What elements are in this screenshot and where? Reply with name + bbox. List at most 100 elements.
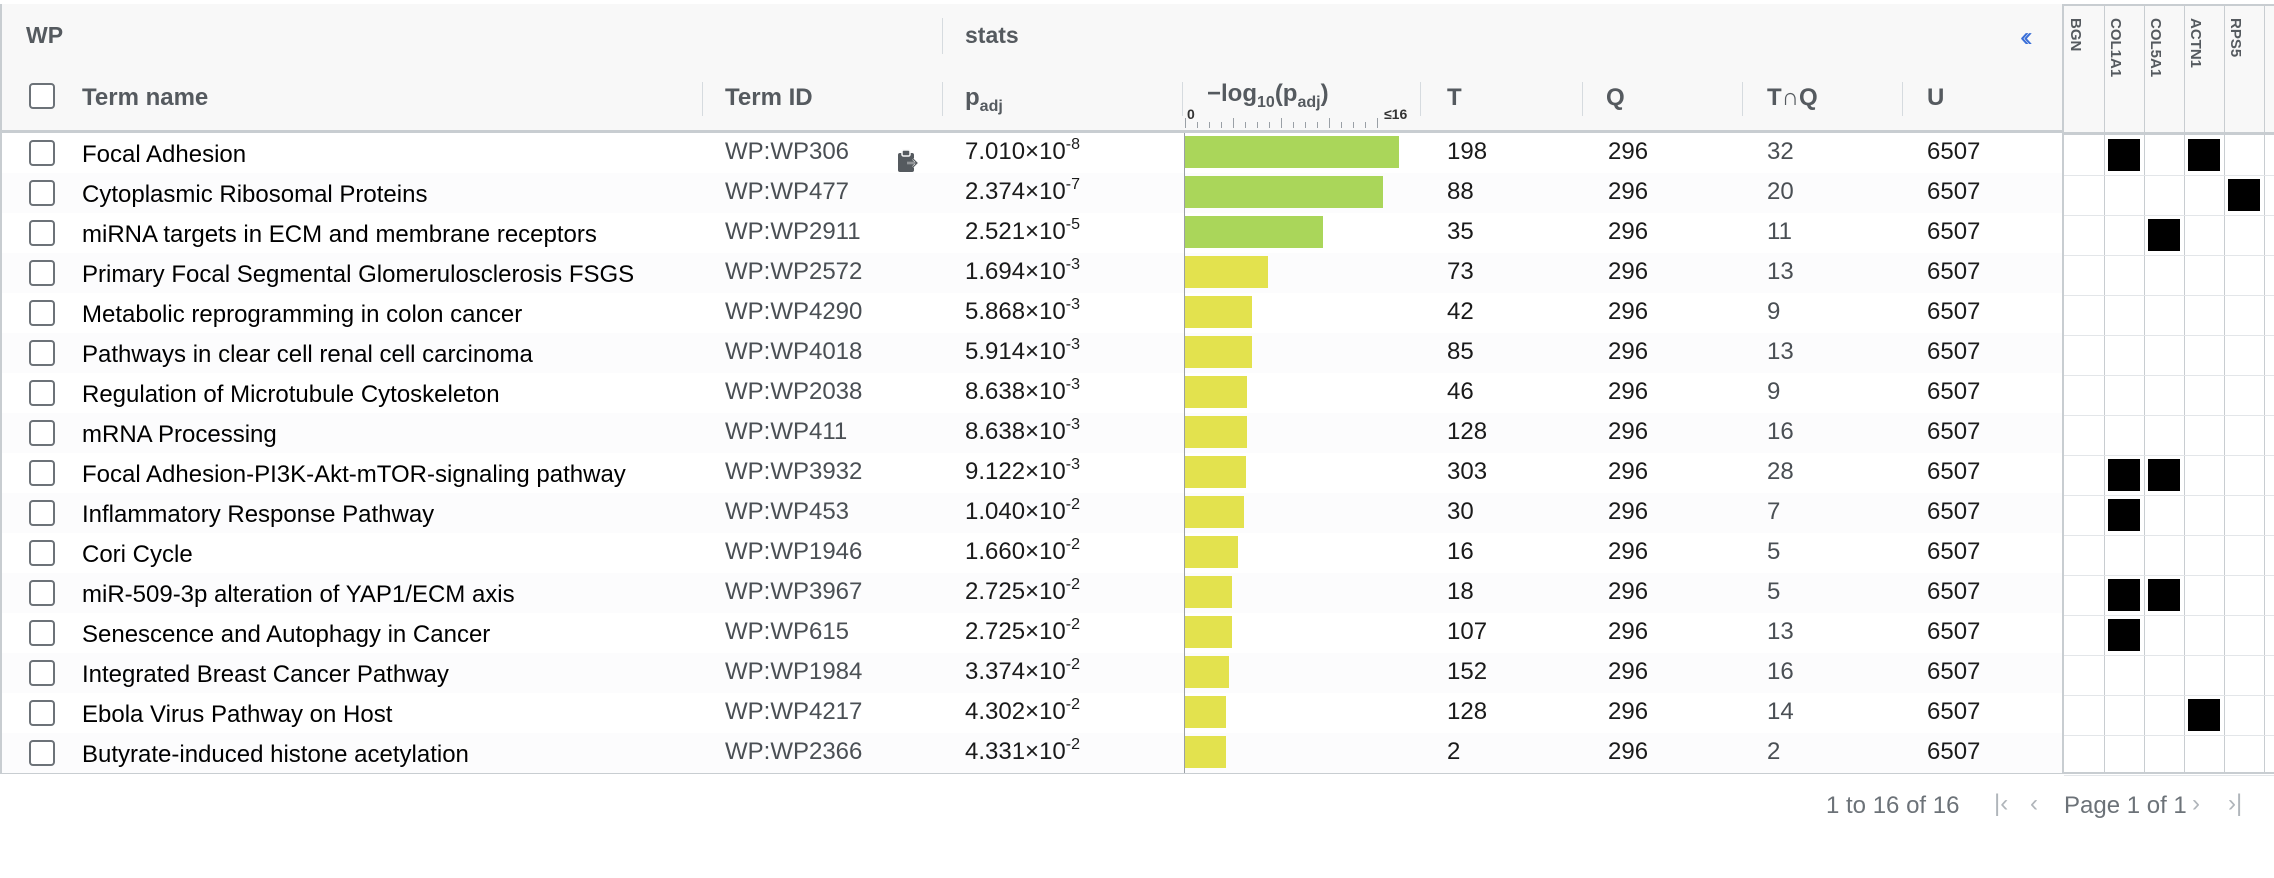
gene-column-header[interactable]: RPS5 (2224, 12, 2264, 124)
table-row[interactable]: Focal Adhesion WP:WP306 198 296 32 6507 7.010×… (2, 133, 2062, 173)
tnq-cell: 16 (1767, 418, 1794, 445)
row-checkbox[interactable] (29, 220, 55, 246)
table-row[interactable]: Metabolic reprogramming in colon cancer W… (2, 293, 2062, 333)
row-checkbox[interactable] (29, 580, 55, 606)
row-checkbox[interactable] (29, 420, 55, 446)
row-checkbox[interactable] (29, 620, 55, 646)
select-all-checkbox[interactable] (29, 83, 55, 109)
gene-column-header[interactable]: BGN (2064, 12, 2104, 124)
gene-hit-cell[interactable] (2148, 579, 2180, 611)
gene-column-header[interactable]: COL5A1 (2144, 12, 2184, 124)
row-checkbox[interactable] (29, 260, 55, 286)
row-checkbox[interactable] (29, 380, 55, 406)
table-row[interactable]: Regulation of Microtubule Cytoskeleton WP… (2, 373, 2062, 413)
gene-column-header[interactable]: ACTN1 (2184, 12, 2224, 124)
padj-exponent: -3 (1065, 376, 1081, 393)
term-id-cell: WP:WP3932 (725, 458, 863, 485)
row-checkbox[interactable] (29, 460, 55, 486)
row-checkbox[interactable] (29, 660, 55, 686)
padj-mantissa: 3.374×10 (965, 658, 1066, 685)
row-checkbox[interactable] (29, 340, 55, 366)
q-cell: 296 (1608, 418, 1649, 445)
column-header-neglog[interactable]: −log10(padj) (1207, 80, 1329, 112)
table-row[interactable]: Integrated Breast Cancer Pathway WP:WP198… (2, 653, 2062, 693)
gene-hit-cell[interactable] (2108, 579, 2140, 611)
column-header-term-id[interactable]: Term ID (725, 84, 813, 112)
term-id-cell: WP:WP2572 (725, 258, 863, 285)
gene-hit-cell[interactable] (2188, 139, 2220, 171)
padj-mantissa: 4.302×10 (965, 698, 1066, 725)
gene-hit-cell[interactable] (2108, 139, 2140, 171)
axis-tick (1245, 122, 1246, 128)
row-checkbox[interactable] (29, 300, 55, 326)
table-row[interactable]: Cytoplasmic Ribosomal Proteins WP:WP477 88… (2, 173, 2062, 213)
gene-hit-cell[interactable] (2108, 499, 2140, 531)
padj-exponent: -3 (1065, 416, 1081, 433)
table-row[interactable]: Focal Adhesion-PI3K-Akt-mTOR-signaling p… (2, 453, 2062, 493)
q-cell: 296 (1608, 138, 1649, 165)
column-divider[interactable] (1742, 82, 1743, 116)
column-header-term-name[interactable]: Term name (82, 84, 208, 112)
axis-tick (1341, 122, 1342, 128)
column-divider[interactable] (942, 82, 943, 116)
table-row[interactable]: Butyrate-induced histone acetylation WP:W… (2, 733, 2062, 773)
tnq-cell: 28 (1767, 458, 1794, 485)
column-header-q[interactable]: Q (1606, 84, 1625, 112)
gene-column-header[interactable]: COL1A1 (2104, 12, 2144, 124)
table-row[interactable]: Cori Cycle WP:WP1946 16 296 5 6507 1.660×10-2 (2, 533, 2062, 573)
table-row[interactable]: Ebola Virus Pathway on Host WP:WP4217 128 2… (2, 693, 2062, 733)
matrix-gridline (2064, 655, 2274, 656)
t-cell: 152 (1447, 658, 1488, 685)
neglog-bar (1185, 496, 1244, 528)
column-divider[interactable] (702, 82, 703, 116)
double-chevron-left-icon[interactable]: ‹‹ (2020, 21, 2032, 53)
padj-exponent: -2 (1065, 536, 1081, 553)
last-page-icon[interactable]: ›| (2228, 790, 2242, 818)
table-row[interactable]: Pathways in clear cell renal cell carcin… (2, 333, 2062, 373)
table-row[interactable]: miRNA targets in ECM and membrane recept… (2, 213, 2062, 253)
column-divider[interactable] (1420, 82, 1421, 116)
first-page-icon[interactable]: |‹ (1994, 790, 2008, 818)
table-row[interactable]: Senescence and Autophagy in Cancer WP:WP6… (2, 613, 2062, 653)
gene-hit-cell[interactable] (2108, 619, 2140, 651)
column-header-u[interactable]: U (1927, 84, 1944, 112)
previous-page-icon[interactable]: ‹ (2030, 790, 2038, 818)
row-checkbox[interactable] (29, 700, 55, 726)
gene-hit-cell[interactable] (2148, 219, 2180, 251)
padj-mantissa: 7.010×10 (965, 138, 1066, 165)
row-checkbox[interactable] (29, 140, 55, 166)
gene-hit-cell[interactable] (2108, 459, 2140, 491)
tnq-cell: 32 (1767, 138, 1794, 165)
row-checkbox[interactable] (29, 540, 55, 566)
u-cell: 6507 (1927, 658, 1981, 685)
padj-exponent: -7 (1065, 176, 1081, 193)
gene-hit-cell[interactable] (2148, 459, 2180, 491)
tnq-cell: 9 (1767, 378, 1781, 405)
neglog-bar (1185, 376, 1247, 408)
term-id-cell: WP:WP4290 (725, 298, 863, 325)
padj-cell: 7.010×10-8 (965, 137, 1080, 166)
row-checkbox[interactable] (29, 180, 55, 206)
tnq-cell: 5 (1767, 578, 1781, 605)
term-name-cell: Regulation of Microtubule Cytoskeleton (82, 381, 500, 408)
column-divider[interactable] (1582, 82, 1583, 116)
row-checkbox[interactable] (29, 500, 55, 526)
padj-cell: 5.914×10-3 (965, 337, 1080, 366)
matrix-gridline (2064, 735, 2274, 736)
table-row[interactable]: Inflammatory Response Pathway WP:WP453 30 2… (2, 493, 2062, 533)
column-divider[interactable] (1902, 82, 1903, 116)
table-row[interactable]: mRNA Processing WP:WP411 128 296 16 6507 8.638… (2, 413, 2062, 453)
next-page-icon[interactable]: › (2192, 790, 2200, 818)
gene-hit-cell[interactable] (2228, 179, 2260, 211)
column-divider[interactable] (1182, 82, 1183, 116)
row-checkbox[interactable] (29, 740, 55, 766)
column-header-padj[interactable]: padj (965, 84, 1003, 116)
matrix-gridline (2064, 495, 2274, 496)
table-row[interactable]: miR-509-3p alteration of YAP1/ECM axis WP… (2, 573, 2062, 613)
tnq-cell: 9 (1767, 298, 1781, 325)
gene-hit-cell[interactable] (2188, 699, 2220, 731)
column-header-t[interactable]: T (1447, 84, 1462, 112)
neglog-bar (1185, 256, 1268, 288)
column-header-tnq[interactable]: T∩Q (1767, 84, 1818, 112)
table-row[interactable]: Primary Focal Segmental Glomeruloscleros… (2, 253, 2062, 293)
